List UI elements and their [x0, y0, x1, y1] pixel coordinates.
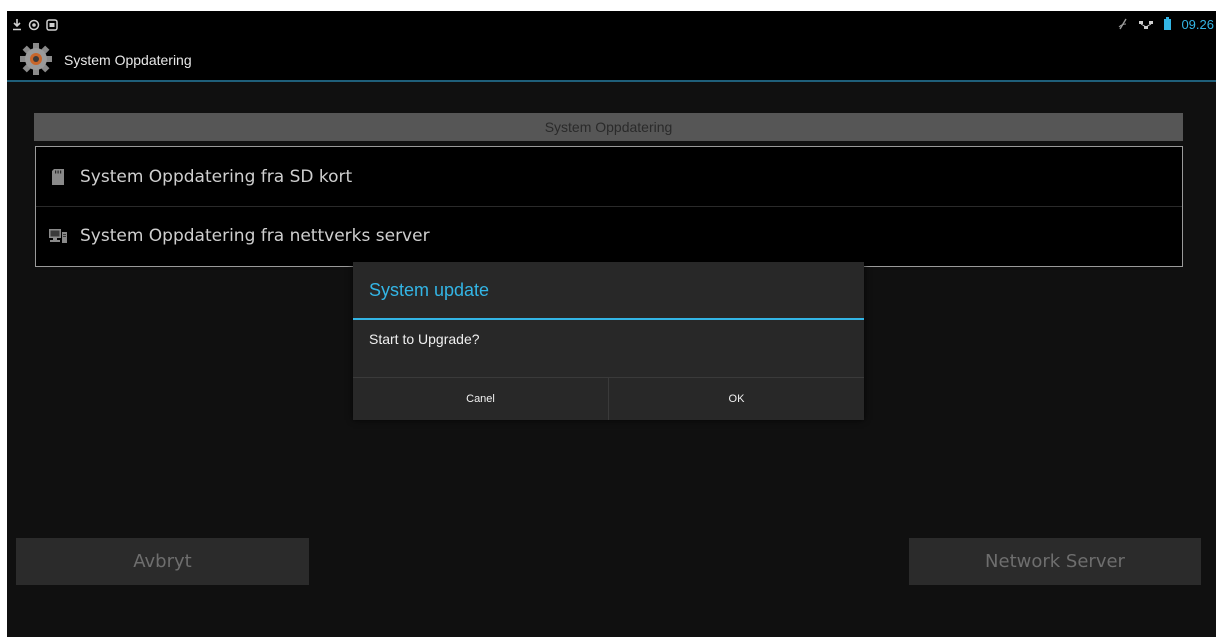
clock: 09.26 [1181, 17, 1214, 32]
action-bar: System Oppdatering [7, 35, 1216, 82]
dialog-cancel-button[interactable]: Canel [353, 378, 608, 420]
dialog-divider [353, 318, 864, 320]
network-server-icon [48, 226, 68, 246]
section-header: System Oppdatering [34, 113, 1183, 141]
option-network-server[interactable]: System Oppdatering fra nettverks server [36, 206, 1182, 264]
system-icons: 09.26 [1118, 15, 1214, 34]
status-bar: 09.26 [7, 11, 1216, 35]
signal-off-icon [1118, 15, 1128, 34]
dialog-message: Start to Upgrade? [369, 331, 480, 347]
network-server-button[interactable]: Network Server [909, 538, 1201, 585]
download-icon [12, 16, 22, 35]
sd-card-icon [48, 167, 68, 187]
option-label: System Oppdatering fra nettverks server [80, 225, 430, 246]
dialog-title: System update [369, 280, 490, 300]
system-update-dialog: System update Start to Upgrade? Canel OK [353, 262, 864, 420]
app-title: System Oppdatering [64, 52, 192, 68]
screen-icon [46, 16, 58, 35]
notification-icons [12, 16, 58, 35]
android-screen: 09.26 System Oppdatering System Oppdater… [7, 11, 1216, 637]
dialog-ok-button[interactable]: OK [608, 378, 864, 420]
eye-icon [28, 16, 40, 35]
option-label: System Oppdatering fra SD kort [80, 167, 353, 187]
option-sd-card[interactable]: System Oppdatering fra SD kort [36, 148, 1182, 206]
network-icon [1138, 15, 1154, 34]
battery-icon [1164, 15, 1172, 34]
dialog-button-bar: Canel OK [353, 377, 864, 420]
settings-gear-icon[interactable] [17, 41, 55, 77]
update-options-list: System Oppdatering fra SD kort System Op… [35, 146, 1183, 267]
cancel-button[interactable]: Avbryt [16, 538, 309, 585]
